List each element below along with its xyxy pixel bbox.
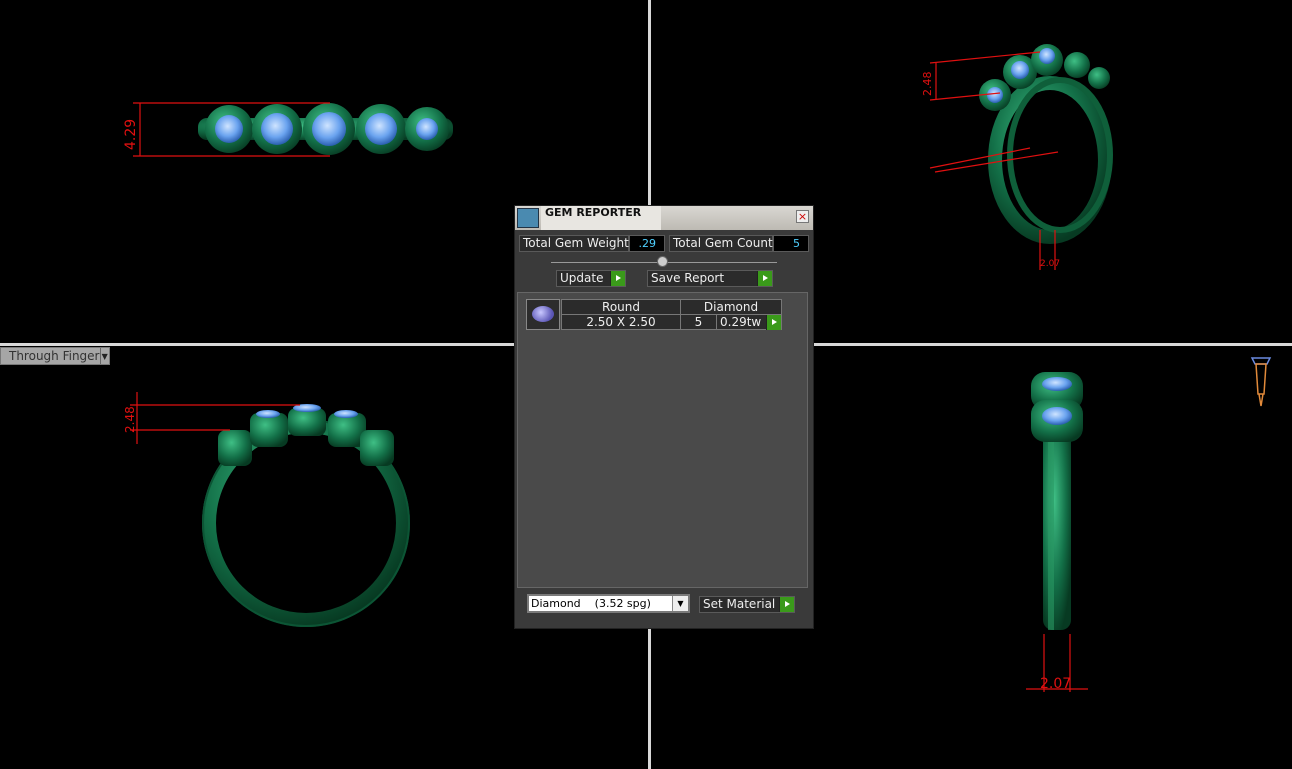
gem-material-header: Diamond [680, 299, 782, 315]
play-arrow-icon[interactable] [610, 271, 625, 286]
gem-reporter-title: GEM REPORTER [545, 206, 642, 219]
view-mode-label: Through Finger [9, 349, 100, 363]
chevron-down-icon[interactable]: ▼ [672, 596, 688, 611]
gem-weight-cell[interactable]: 0.29tw [716, 314, 782, 330]
panel-slider-handle[interactable] [657, 256, 668, 267]
orientation-gem-icon [1250, 357, 1272, 407]
set-material-button[interactable]: Set Material [699, 596, 795, 613]
ring-side-view: 2.07 [1026, 372, 1088, 692]
view-mode-select[interactable]: Through Finger ▼ [0, 347, 110, 365]
total-gem-weight-value: .29 [629, 235, 665, 252]
gem-shape-header: Round [561, 299, 681, 315]
dim-top-right-height: 2.48 [921, 72, 934, 97]
dim-bottom-left-height: 2.48 [123, 406, 137, 433]
play-arrow-icon[interactable] [779, 597, 794, 612]
total-gem-count-value: 5 [773, 235, 809, 252]
ring-perspective-view: 2.48 2.07 [921, 44, 1113, 270]
close-icon[interactable]: × [796, 210, 809, 223]
gem-count-cell: 5 [680, 314, 717, 330]
total-gem-weight-label: Total Gem Weight [519, 235, 629, 252]
ring-front-view: 2.48 [123, 392, 410, 627]
play-arrow-icon[interactable] [766, 315, 781, 330]
dim-bottom-right-width: 2.07 [1040, 676, 1071, 692]
ring-top-view: 4.29 [123, 102, 453, 157]
play-arrow-icon[interactable] [757, 271, 772, 286]
set-material-button-label: Set Material [703, 597, 776, 611]
save-report-button[interactable]: Save Report [647, 270, 773, 287]
dim-top-left-height: 4.29 [123, 119, 139, 150]
total-gem-count-label: Total Gem Count [669, 235, 773, 252]
gem-size-cell: 2.50 X 2.50 [561, 314, 681, 330]
material-select[interactable]: Diamond (3.52 spg) ▼ [527, 594, 690, 613]
material-select-value: Diamond (3.52 spg) [531, 597, 651, 610]
gem-list: Round Diamond 2.50 X 2.50 5 0.29tw [517, 292, 808, 588]
gem-reporter-titlebar[interactable]: GEM REPORTER × [515, 206, 813, 230]
save-report-button-label: Save Report [651, 271, 725, 285]
update-button-label: Update [560, 271, 604, 285]
update-button[interactable]: Update [556, 270, 626, 287]
chevron-down-icon[interactable]: ▼ [99, 348, 110, 364]
gem-reporter-app-icon [517, 208, 539, 228]
gem-reporter-panel: GEM REPORTER × Total Gem Weight .29 Tota… [514, 205, 814, 629]
round-diamond-icon [526, 299, 560, 330]
gem-weight-value: 0.29tw [720, 315, 762, 329]
dim-top-right-width: 2.07 [1040, 259, 1060, 269]
